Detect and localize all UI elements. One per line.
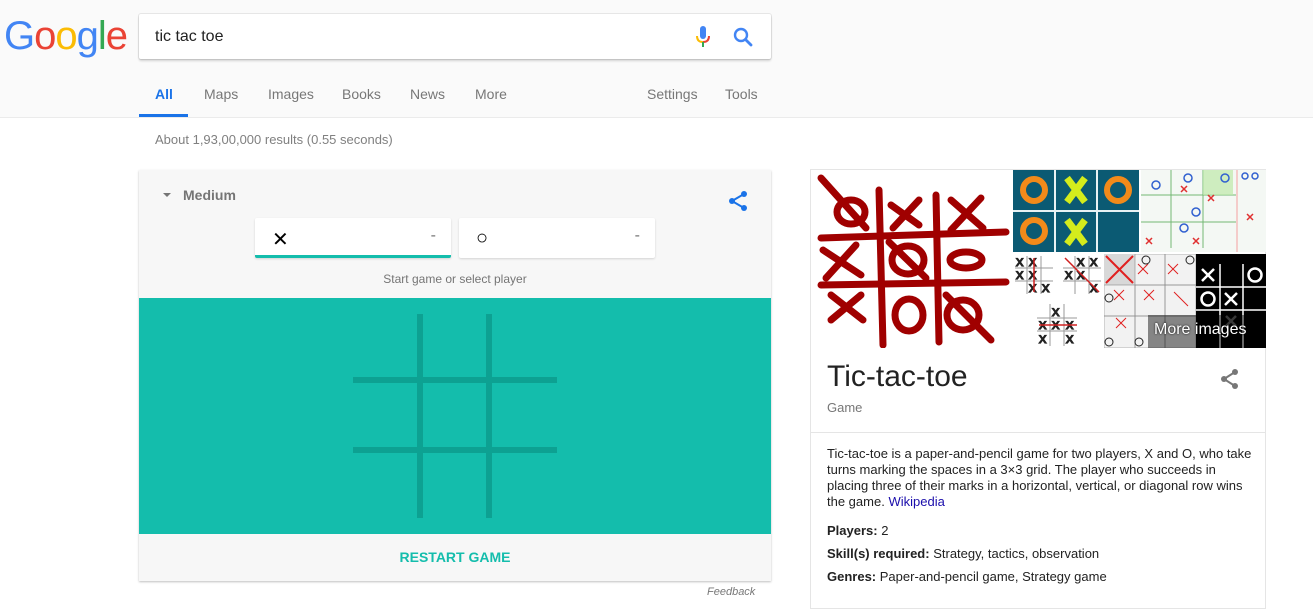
svg-text:X: X (1029, 283, 1037, 295)
image-tile[interactable] (1141, 170, 1266, 252)
search-input[interactable] (155, 14, 675, 59)
svg-text:X: X (1077, 257, 1085, 269)
image-tile[interactable] (1013, 170, 1139, 252)
x-mark-icon: ✕ (272, 229, 289, 251)
more-images-link[interactable]: More images (1154, 321, 1246, 339)
active-tab-indicator (139, 114, 188, 117)
microphone-icon[interactable] (695, 26, 711, 48)
board-cell[interactable] (492, 453, 557, 518)
player-x-select[interactable]: ✕ - (255, 218, 451, 258)
player-x-score: - (430, 227, 436, 244)
entity-subtitle: Game (827, 400, 863, 415)
wikipedia-link[interactable]: Wikipedia (888, 494, 944, 509)
share-icon[interactable] (727, 190, 749, 212)
svg-text:X: X (1042, 283, 1050, 295)
search-header: Google All Maps Images Books News More S… (0, 0, 1313, 118)
fact-genres: Genres: Paper-and-pencil game, Strategy … (827, 569, 1107, 584)
feedback-link[interactable]: Feedback (707, 586, 755, 598)
tab-maps[interactable]: Maps (204, 86, 238, 102)
svg-text:X: X (1052, 307, 1060, 319)
fact-label: Players: (827, 523, 878, 538)
board-cell[interactable] (423, 453, 486, 518)
svg-text:X: X (1029, 270, 1037, 282)
svg-text:X: X (1016, 270, 1024, 282)
fact-value: 2 (881, 523, 889, 538)
restart-game-button[interactable]: RESTART GAME (139, 534, 771, 581)
entity-title: Tic-tac-toe (827, 360, 968, 393)
tab-images[interactable]: Images (268, 86, 314, 102)
fact-label: Genres: (827, 569, 877, 584)
logo-letter: e (105, 14, 128, 58)
divider (811, 432, 1266, 433)
board-cell[interactable] (423, 383, 486, 447)
svg-text:X: X (1039, 320, 1047, 332)
svg-text:X: X (1066, 320, 1074, 332)
board-cell[interactable] (353, 314, 417, 377)
oxo-board-image (1013, 170, 1139, 252)
board-cell[interactable] (492, 314, 557, 377)
logo-letter: o (55, 14, 77, 58)
search-icon[interactable] (732, 26, 754, 48)
logo-letter: G (4, 14, 35, 58)
svg-text:X: X (1039, 334, 1047, 346)
tab-all[interactable]: All (155, 86, 173, 102)
board-cell[interactable] (423, 314, 486, 377)
winning-line-boards-image: X XX XX X X XX XX XX X XX X (1015, 256, 1101, 347)
tab-more[interactable]: More (475, 86, 507, 102)
fact-players: Players: 2 (827, 523, 888, 538)
google-logo[interactable]: Google (4, 14, 128, 59)
grid-paper-game-image (1141, 170, 1259, 252)
board-cell[interactable] (492, 383, 557, 447)
caret-down-icon (163, 193, 171, 197)
image-tile[interactable] (811, 170, 1011, 348)
logo-letter: o (34, 14, 56, 58)
tab-tools[interactable]: Tools (725, 86, 758, 102)
svg-text:X: X (1052, 320, 1060, 332)
game-board (139, 298, 771, 534)
hand-drawn-board-image (817, 174, 1010, 348)
fact-label: Skill(s) required: (827, 546, 930, 561)
tab-settings[interactable]: Settings (647, 86, 698, 102)
logo-letter: g (76, 14, 99, 58)
svg-text:X: X (1029, 257, 1037, 269)
result-stats: About 1,93,00,000 results (0.55 seconds) (155, 132, 393, 147)
image-collage: XXXXXX XXXXX XXXXXX More images (811, 170, 1266, 348)
tic-tac-toe-game: Medium ✕ - ○ - Start game or select play… (139, 170, 771, 581)
logo-letter: l (97, 14, 107, 58)
player-o-score: - (634, 227, 640, 244)
image-tile[interactable]: XXXXXX XXXXX XXXXXX (1013, 254, 1103, 348)
board-cell[interactable] (353, 383, 417, 447)
fact-value: Strategy, tactics, observation (933, 546, 1100, 561)
fact-value: Paper-and-pencil game, Strategy game (879, 569, 1107, 584)
difficulty-dropdown[interactable]: Medium (163, 187, 236, 203)
svg-text:X: X (1090, 257, 1098, 269)
svg-text:X: X (1066, 334, 1074, 346)
fact-skills: Skill(s) required: Strategy, tactics, ob… (827, 546, 1099, 561)
entity-description: Tic-tac-toe is a paper-and-pencil game f… (827, 446, 1252, 510)
player-o-select[interactable]: ○ - (459, 218, 655, 258)
knowledge-panel: XXXXXX XXXXX XXXXXX More images Tic-tac-… (810, 169, 1266, 609)
game-hint: Start game or select player (383, 272, 527, 286)
board-cell[interactable] (353, 453, 417, 518)
tab-books[interactable]: Books (342, 86, 381, 102)
search-box (139, 14, 771, 59)
difficulty-label: Medium (183, 187, 236, 203)
svg-text:X: X (1065, 270, 1073, 282)
tab-news[interactable]: News (410, 86, 445, 102)
o-mark-icon: ○ (476, 227, 489, 249)
svg-text:X: X (1016, 257, 1024, 269)
share-icon[interactable] (1219, 368, 1241, 390)
